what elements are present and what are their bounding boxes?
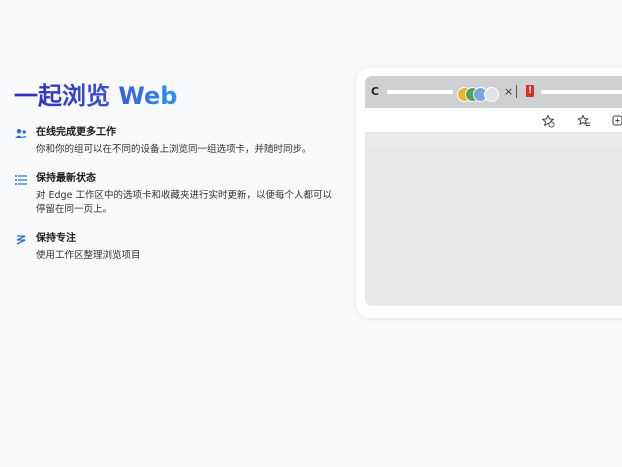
close-icon: × [504,85,514,98]
feature-description: 使用工作区整理浏览项目 [36,250,141,261]
preview-toolbar [365,108,622,133]
feature-list: 在线完成更多工作 你和你的组可以在不同的设备上浏览同一组选项卡，并随时同步。 保… [14,126,334,278]
feature-description: 对 Edge 工作区中的选项卡和收藏夹进行实时更新，以便每个人都可以停留在同一页… [36,190,332,215]
feature-item-focus: 保持专注 使用工作区整理浏览项目 [14,232,334,263]
feature-title: 保持最新状态 [36,173,96,184]
feature-description: 你和你的组可以在不同的设备上浏览同一组选项卡，并随时同步。 [36,144,312,155]
preview-tab-bar: C × ! [365,76,622,108]
tab-placeholder [387,90,453,94]
avatar [484,87,499,102]
page-title: 一起浏览 Web [14,76,177,111]
tab-placeholder [541,90,622,94]
feature-title: 保持专注 [36,233,76,244]
people-icon [14,126,28,140]
feature-item-up-to-date: 保持最新状态 对 Edge 工作区中的选项卡和收藏夹进行实时更新，以便每个人都可… [14,172,334,217]
focus-icon [14,232,28,246]
collections-icon [611,113,622,127]
favorite-add-icon [541,113,555,128]
collaborator-avatars [457,87,503,102]
favorites-icon [577,113,591,127]
preview-content-area [365,148,622,306]
alert-icon: ! [526,85,534,97]
feature-item-collaborate: 在线完成更多工作 你和你的组可以在不同的设备上浏览同一组选项卡，并随时同步。 [14,126,334,157]
tab-separator [516,85,517,98]
feature-title: 在线完成更多工作 [36,127,116,138]
browser-preview: C × ! [365,76,622,306]
workspace-glyph: C [371,85,380,98]
list-icon [14,172,28,186]
